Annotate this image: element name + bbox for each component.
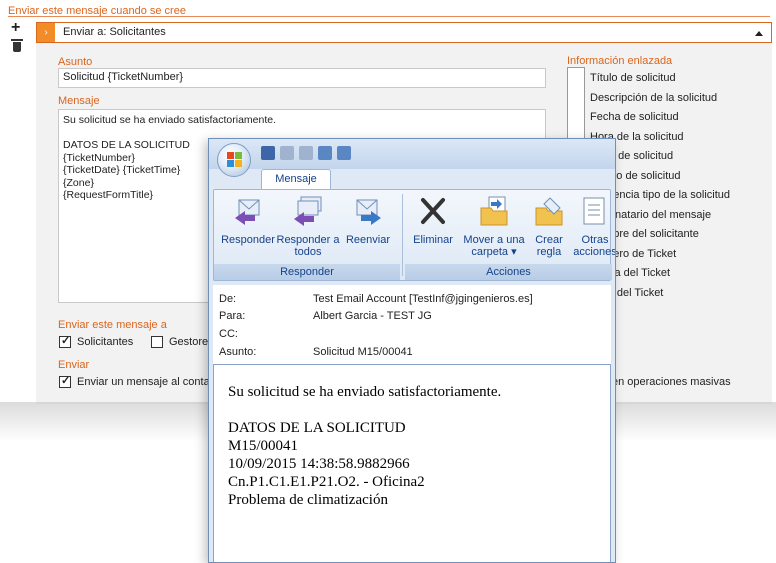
solicitantes-label: Solicitantes [77,336,134,348]
message-label: Mensaje [58,95,100,107]
reply-all-icon [291,194,325,228]
linked-info-item[interactable]: Incidencia tipo de la solicitud [590,186,776,206]
to-value[interactable]: Albert Garcia - TEST JG [313,310,432,322]
message-body[interactable]: Su solicitud se ha enviado satisfactoria… [213,364,611,562]
outlook-message-window: Mensaje Responder Responder a todos Reen… [208,138,616,563]
linked-info-list: Título de solicitud Descripción de la sol… [590,69,776,303]
send-label: Enviar [58,359,90,371]
linked-info-item[interactable]: Motivo de solicitud [590,167,776,187]
office-button[interactable] [217,143,251,177]
linked-info-item[interactable]: Título de solicitud [590,69,776,89]
from-label: De: [219,293,237,305]
send-to-dropdown[interactable]: › Enviar a: Solicitantes [36,22,772,43]
group-acciones-label: Acciones [405,264,612,280]
quick-access-toolbar [261,146,351,160]
move-folder-icon [477,194,511,228]
from-value[interactable]: Test Email Account [TestInf@jgingenieros… [313,293,533,305]
linked-info-item[interactable]: Nombre del solicitante [590,225,776,245]
cc-row: CC: [219,328,313,340]
ribbon: Responder Responder a todos Reenviar Res… [213,189,615,281]
send-to-value: Enviar a: Solicitantes [63,26,166,38]
other-actions-icon [578,194,612,228]
forward-label: Reenviar [345,234,391,246]
move-to-folder-label: Mover a una carpeta ▾ [463,234,525,258]
subject-row: Asunto: Solicitud M15/00041 [219,346,413,358]
save-icon[interactable] [261,146,275,160]
to-label: Para: [219,310,246,322]
move-to-folder-button[interactable]: Mover a una carpeta ▾ [459,194,529,258]
group-acciones: Eliminar Mover a una carpeta ▾ Crear reg… [405,190,615,280]
trash-icon[interactable] [11,39,23,52]
linked-info-item[interactable]: Fecha de solicitud [590,108,776,128]
body-line: Cn.P1.C1.E1.P21.O2. - Oficina2 [228,474,425,490]
office-logo-icon [227,152,243,168]
body-line: M15/00041 [228,438,299,454]
section-divider [8,16,770,17]
delete-icon [416,194,450,228]
linked-info-item[interactable]: Hora del Ticket [590,284,776,304]
delete-label: Eliminar [413,234,453,246]
linked-info-item[interactable]: Descripción de la solicitud [590,89,776,109]
gestores-checkbox[interactable] [151,336,163,348]
body-line: Problema de climatización [228,492,388,508]
add-icon[interactable]: + [11,20,20,36]
group-separator [402,194,403,276]
group-responder: Responder Responder a todos Reenviar Res… [214,190,400,280]
redo-icon[interactable] [299,146,313,160]
solicitantes-checkbox[interactable] [59,334,71,348]
message-line: Su solicitud se ha enviado satisfactoria… [63,114,277,126]
linked-info-item[interactable]: Fecha del Ticket [590,264,776,284]
create-rule-label: Crear regla [535,234,563,258]
delete-button[interactable]: Eliminar [407,194,459,246]
linked-info-item[interactable]: Número de Ticket [590,245,776,265]
reply-all-label: Responder a todos [276,234,340,258]
create-rule-button[interactable]: Crear regla [529,194,569,258]
undo-icon[interactable] [280,146,294,160]
forward-button[interactable]: Reenviar [340,194,396,246]
next-item-icon[interactable] [337,146,351,160]
create-rule-icon [532,194,566,228]
bulk-operations-label: en operaciones masivas [612,376,731,388]
send-contact-label: Enviar un mensaje al contac [77,376,216,388]
other-actions-label: Otras acciones [573,234,616,258]
linked-info-item[interactable]: Hora de la solicitud [590,128,776,148]
email-subject-label: Asunto: [219,346,257,358]
email-subject-value: Solicitud M15/00041 [313,346,413,358]
message-header: De: Test Email Account [TestInf@jgingenie… [213,285,611,365]
body-line [228,401,596,419]
reply-button[interactable]: Responder [218,194,278,246]
linked-info-item[interactable]: Zona de solicitud [590,147,776,167]
reply-icon [231,194,265,228]
from-row: De: Test Email Account [TestInf@jgingenie… [219,293,533,305]
send-contact-checkbox[interactable] [59,374,71,388]
other-actions-button[interactable]: Otras acciones [571,194,616,258]
body-line: 10/09/2015 14:38:58.9882966 [228,456,410,472]
linked-info-label: Información enlazada [567,55,673,67]
group-responder-label: Responder [214,264,400,280]
previous-item-icon[interactable] [318,146,332,160]
forward-icon [351,194,385,228]
reply-all-button[interactable]: Responder a todos [276,194,340,258]
tab-mensaje[interactable]: Mensaje [261,169,331,189]
caret-up-icon[interactable] [755,31,763,36]
body-lines: Su solicitud se ha enviado satisfactoria… [228,383,596,509]
expand-arrow-icon[interactable]: › [37,23,55,42]
subject-label: Asunto [58,56,93,68]
to-row: Para: Albert Garcia - TEST JG [219,310,432,322]
cc-label: CC: [219,328,238,340]
reply-label: Responder [221,234,275,246]
linked-info-item[interactable]: Destinatario del mensaje [590,206,776,226]
subject-input[interactable]: Solicitud {TicketNumber} [58,68,546,88]
send-to-label: Enviar este mensaje a [58,319,167,331]
body-line: DATOS DE LA SOLICITUD [228,420,406,436]
gestores-label: Gestores [169,336,214,348]
body-line: Su solicitud se ha enviado satisfactoria… [228,384,502,400]
